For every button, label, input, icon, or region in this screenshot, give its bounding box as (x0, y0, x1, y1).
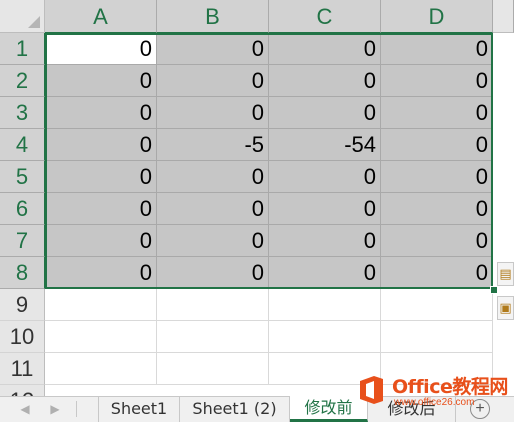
row-header-2[interactable]: 2 (0, 65, 45, 97)
column-header-b[interactable]: B (157, 0, 269, 33)
tab-sheet1[interactable]: Sheet1 (98, 397, 180, 422)
cell-a5[interactable]: 0 (45, 161, 157, 193)
cell-c5[interactable]: 0 (269, 161, 381, 193)
cell-b6[interactable]: 0 (157, 193, 269, 225)
cell-b4[interactable]: -5 (157, 129, 269, 161)
cell-a6[interactable]: 0 (45, 193, 157, 225)
cell-c4[interactable]: -54 (269, 129, 381, 161)
cell-c2[interactable]: 0 (269, 65, 381, 97)
cell-b3[interactable]: 0 (157, 97, 269, 129)
cell-d6[interactable]: 0 (381, 193, 493, 225)
row-header-5[interactable]: 5 (0, 161, 45, 193)
cell-c10[interactable] (269, 321, 381, 353)
tab-scroll-right-icon[interactable]: ▶ (46, 400, 64, 418)
cell-d3[interactable]: 0 (381, 97, 493, 129)
cell-a8[interactable]: 0 (45, 257, 157, 289)
cell-d7[interactable]: 0 (381, 225, 493, 257)
cell-c7[interactable]: 0 (269, 225, 381, 257)
row-header-1[interactable]: 1 (0, 33, 45, 65)
watermark-title: Office教程网 (392, 376, 508, 398)
column-header-c[interactable]: C (269, 0, 381, 33)
select-all-corner[interactable] (0, 0, 45, 33)
office-logo-icon (360, 376, 383, 404)
cell-a11[interactable] (45, 353, 157, 385)
cell-c9[interactable] (269, 289, 381, 321)
cell-d9[interactable] (381, 289, 493, 321)
cell-a2[interactable]: 0 (45, 65, 157, 97)
row-header-3[interactable]: 3 (0, 97, 45, 129)
row-header-4[interactable]: 4 (0, 129, 45, 161)
cell-b8[interactable]: 0 (157, 257, 269, 289)
fill-handle[interactable] (490, 286, 498, 294)
spreadsheet: A B C D 1 2 3 4 5 6 7 8 9 10 11 12 0 0 0… (0, 0, 514, 422)
tab-scroll-left-icon[interactable]: ◀ (16, 400, 34, 418)
column-header-e[interactable] (493, 0, 514, 33)
cell-a7[interactable]: 0 (45, 225, 157, 257)
cell-a4[interactable]: 0 (45, 129, 157, 161)
cell-c1[interactable]: 0 (269, 33, 381, 65)
paste-options-icon[interactable]: ▣ (497, 296, 514, 320)
tab-sheet1-2[interactable]: Sheet1 (2) (180, 397, 290, 422)
column-header-a[interactable]: A (45, 0, 157, 33)
cell-b11[interactable] (157, 353, 269, 385)
cell-a10[interactable] (45, 321, 157, 353)
tabs-divider (76, 401, 77, 417)
row-header-7[interactable]: 7 (0, 225, 45, 257)
cell-c6[interactable]: 0 (269, 193, 381, 225)
row-header-11[interactable]: 11 (0, 353, 45, 385)
row-header-6[interactable]: 6 (0, 193, 45, 225)
watermark-url: www.office26.com (394, 397, 475, 408)
quick-analysis-icon[interactable]: ▤ (497, 262, 514, 286)
cell-b1[interactable]: 0 (157, 33, 269, 65)
watermark: Office教程网 www.office26.com (354, 370, 514, 415)
column-header-d[interactable]: D (381, 0, 493, 33)
cell-c8[interactable]: 0 (269, 257, 381, 289)
cell-b7[interactable]: 0 (157, 225, 269, 257)
row-header-8[interactable]: 8 (0, 257, 45, 289)
cell-d4[interactable]: 0 (381, 129, 493, 161)
cell-a1[interactable]: 0 (45, 33, 157, 65)
cell-c3[interactable]: 0 (269, 97, 381, 129)
cell-d1[interactable]: 0 (381, 33, 493, 65)
row-header-10[interactable]: 10 (0, 321, 45, 353)
cell-a9[interactable] (45, 289, 157, 321)
column-e-area (493, 33, 514, 396)
cell-b10[interactable] (157, 321, 269, 353)
cell-b9[interactable] (157, 289, 269, 321)
cell-b2[interactable]: 0 (157, 65, 269, 97)
cell-d2[interactable]: 0 (381, 65, 493, 97)
cell-d8[interactable]: 0 (381, 257, 493, 289)
row-header-9[interactable]: 9 (0, 289, 45, 321)
cell-d10[interactable] (381, 321, 493, 353)
cell-d5[interactable]: 0 (381, 161, 493, 193)
cell-b5[interactable]: 0 (157, 161, 269, 193)
cell-a3[interactable]: 0 (45, 97, 157, 129)
